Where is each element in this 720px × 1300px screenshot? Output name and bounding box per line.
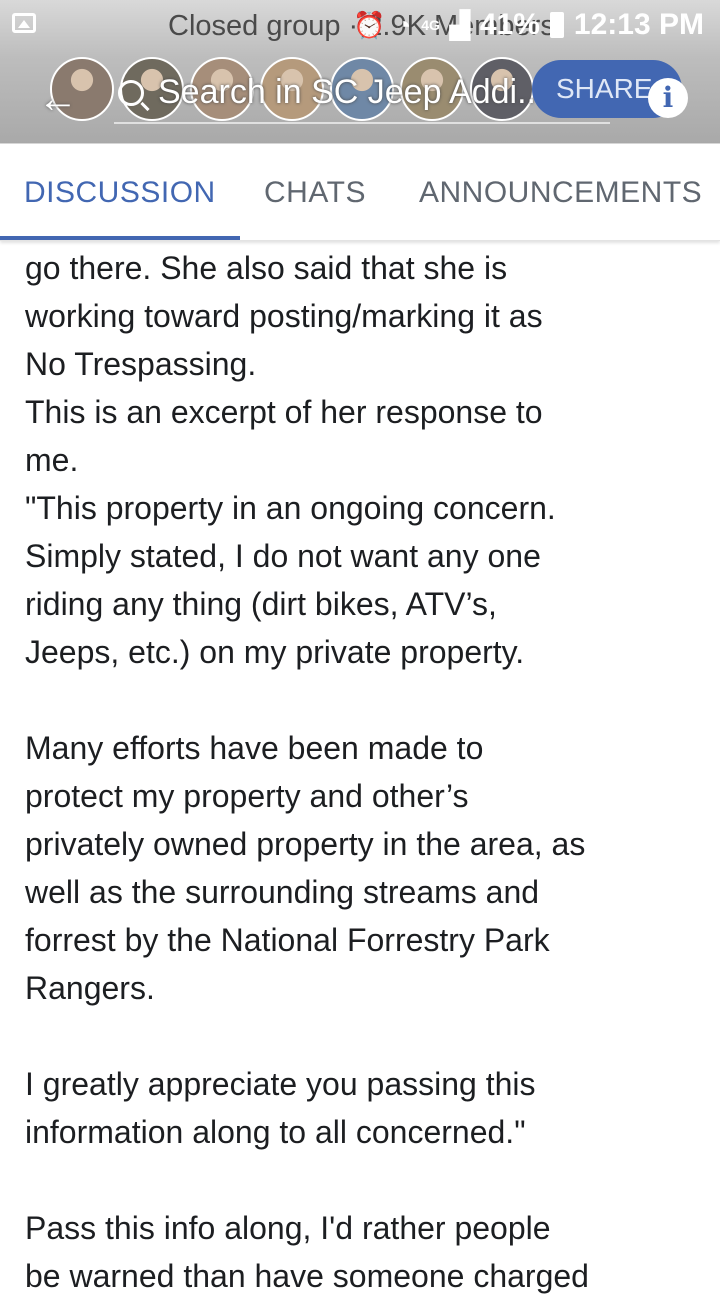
- post-line: information along to all concerned.": [25, 1114, 526, 1150]
- post-line: be warned than have someone charged: [25, 1258, 589, 1294]
- image-notification-icon: [12, 13, 36, 33]
- share-label: SHARE: [556, 73, 653, 104]
- tab-chats[interactable]: CHATS: [264, 176, 366, 210]
- post-line: Many efforts have been made to: [25, 730, 484, 766]
- search-underline: [114, 122, 610, 124]
- network-type: 4G: [421, 17, 440, 33]
- post-line: [25, 1012, 715, 1060]
- wifi-icon: ◔: [395, 9, 412, 40]
- alarm-icon: ⏰: [353, 9, 386, 40]
- post-line: forrest by the National Forrestry Park: [25, 922, 550, 958]
- post-line: Rangers.: [25, 970, 155, 1006]
- status-right: ⏰ ◔ 4G ▟ 41% 12:13 PM: [353, 8, 704, 42]
- post-line: This is an excerpt of her response to: [25, 394, 543, 430]
- post-line: me.: [25, 442, 79, 478]
- post-line: working toward posting/marking it as: [25, 298, 543, 334]
- tab-announcements[interactable]: ANNOUNCEMENTS: [419, 176, 702, 210]
- post-line: [25, 1156, 715, 1204]
- info-icon[interactable]: i: [648, 78, 688, 118]
- signal-icon: ▟: [449, 9, 470, 40]
- search-icon: [118, 79, 144, 106]
- group-header: Closed group · 2.9K Members ⏰ ◔ 4G ▟ 41%…: [0, 0, 720, 143]
- battery-icon: [549, 12, 564, 38]
- search-text: Search in SC Jeep Addi...: [158, 73, 546, 111]
- post-text: go there. She also said that she is worki…: [25, 244, 715, 1300]
- post-line: [25, 676, 715, 724]
- battery-percent: 41%: [479, 8, 540, 41]
- post-line: No Trespassing.: [25, 346, 257, 382]
- clock: 12:13 PM: [573, 8, 704, 41]
- post-line: Pass this info along, I'd rather people: [25, 1210, 551, 1246]
- search-bar[interactable]: Search in SC Jeep Addi...: [118, 73, 545, 112]
- status-bar: Closed group · 2.9K Members ⏰ ◔ 4G ▟ 41%…: [0, 0, 720, 48]
- back-arrow-icon[interactable]: ←: [38, 77, 78, 122]
- post-line: Jeeps, etc.) on my private property.: [25, 634, 525, 670]
- tab-discussion[interactable]: DISCUSSION: [24, 176, 216, 210]
- post-line: well as the surrounding streams and: [25, 874, 540, 910]
- active-tab-indicator: [0, 236, 240, 240]
- group-tabs: DISCUSSION CHATS ANNOUNCEMENTS: [0, 143, 720, 241]
- post-line: privately owned property in the area, as: [25, 826, 586, 862]
- post-line: go there. She also said that she is: [25, 250, 508, 286]
- post-line: "This property in an ongoing concern.: [25, 490, 556, 526]
- post-line: protect my property and other’s: [25, 778, 469, 814]
- post-line: I greatly appreciate you passing this: [25, 1066, 536, 1102]
- post-line: riding any thing (dirt bikes, ATV’s,: [25, 586, 497, 622]
- post-line: Simply stated, I do not want any one: [25, 538, 541, 574]
